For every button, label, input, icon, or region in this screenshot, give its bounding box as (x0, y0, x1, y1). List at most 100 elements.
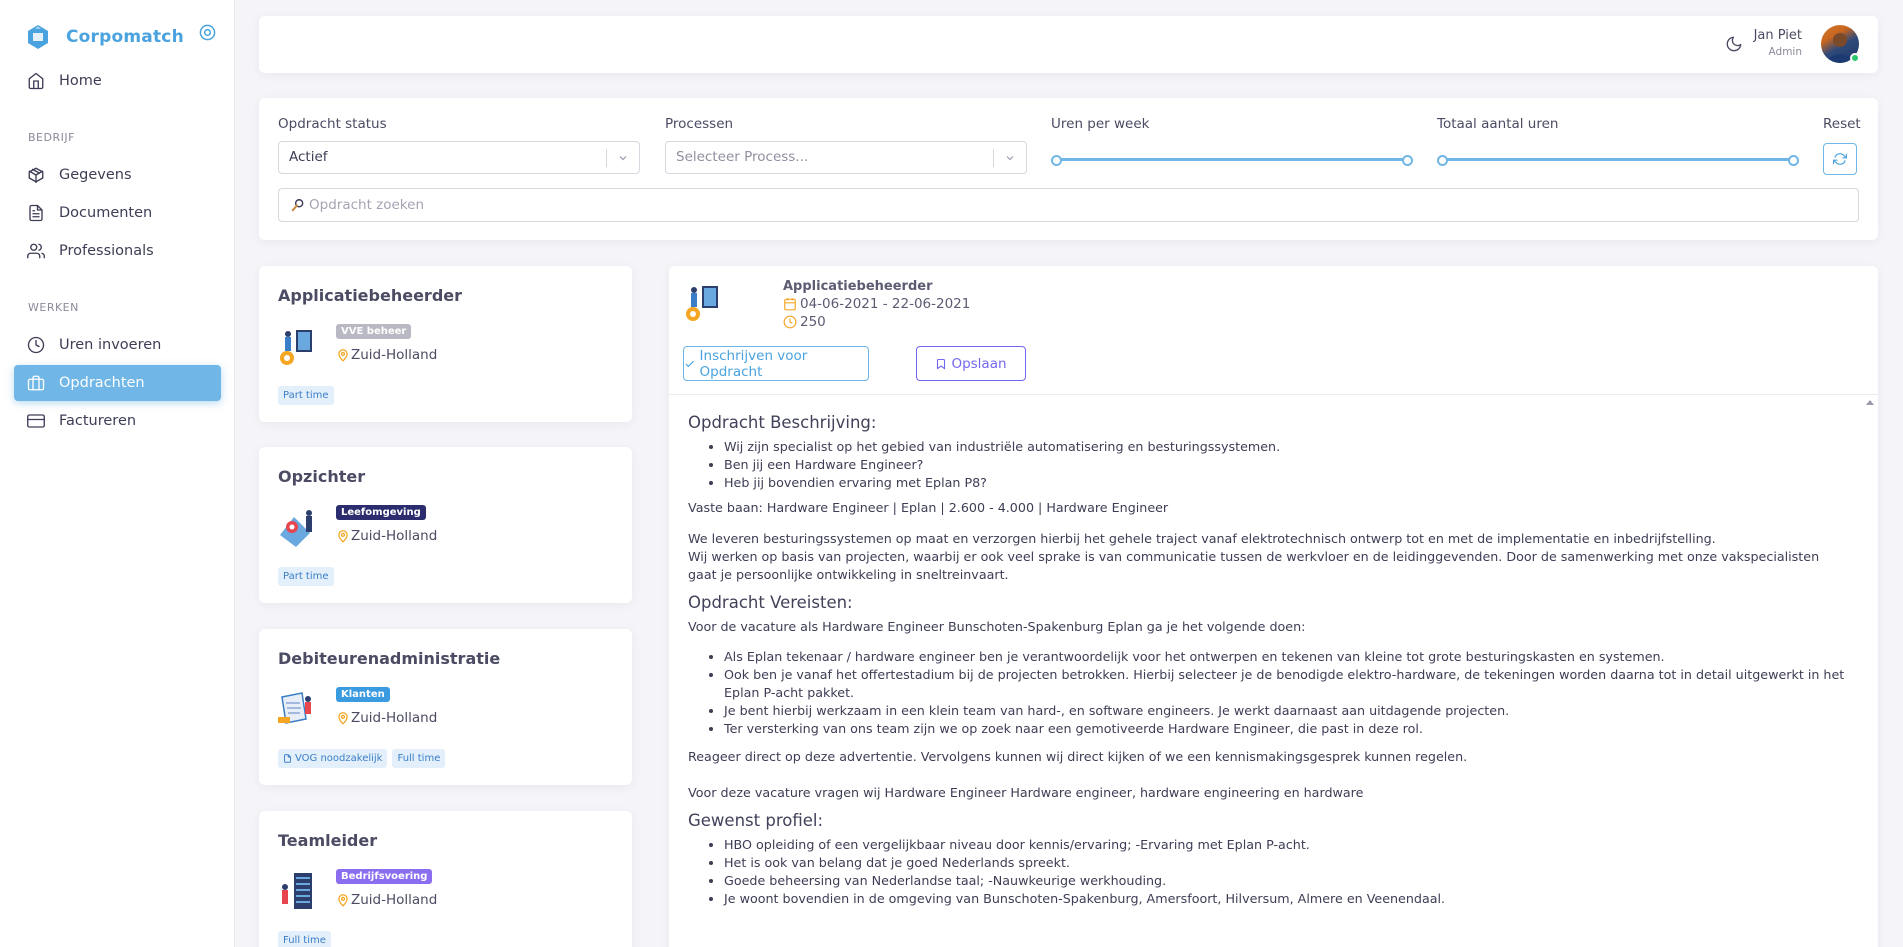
apply-button[interactable]: Inschrijven voor Opdracht (683, 346, 869, 381)
tag-label: VOG noodzakelijk (295, 753, 383, 764)
job-location: Zuid-Holland (336, 528, 437, 544)
sidebar: Corpomatch Home BEDRIJF Gegevens Documen… (0, 0, 235, 947)
job-card[interactable]: Applicatiebeheerder VVE beheer Zuid-Holl… (259, 266, 632, 422)
save-button[interactable]: Opslaan (916, 346, 1026, 381)
job-title: Teamleider (278, 831, 378, 850)
slider-handle-max[interactable] (1788, 155, 1799, 166)
paragraph: Voor de vacature als Hardware Engineer B… (688, 619, 1306, 634)
category-badge: Bedrijfsvoering (336, 869, 433, 884)
job-card[interactable]: Teamleider Bedrijfsvoering Zuid-Holland … (259, 811, 632, 947)
bookmark-icon (937, 358, 946, 370)
job-location: Zuid-Holland (336, 710, 437, 726)
profile-list: HBO opleiding of een vergelijkbaar nivea… (724, 836, 1848, 908)
description-heading: Opdracht Beschrijving: (688, 413, 877, 432)
filter-panel: Opdracht status Actief Processen Selecte… (259, 98, 1878, 240)
status-select[interactable]: Actief (278, 141, 640, 174)
brand-name: Corpomatch (66, 27, 184, 47)
job-tags: Part time (278, 567, 334, 586)
job-detail-panel: Applicatiebeheerder 04-06-2021 - 22-06-2… (669, 266, 1878, 947)
tag: Full time (278, 931, 331, 947)
tag: Part time (278, 386, 334, 405)
hours-total-label: Totaal aantal uren (1437, 116, 1559, 132)
reset-button[interactable] (1823, 143, 1857, 175)
brand-logo-icon (28, 25, 48, 49)
job-illustration (278, 692, 311, 724)
online-status-dot (1850, 53, 1860, 63)
list-item: Je bent hierbij werkzaam in een klein te… (724, 702, 1848, 720)
apply-button-label: Inschrijven voor Opdracht (699, 347, 808, 380)
hours-week-slider[interactable] (1051, 155, 1413, 166)
map-pin-icon (338, 530, 348, 543)
paragraph-line: Wij werken op basis van projecten, waarb… (688, 549, 1820, 582)
status-filter-label: Opdracht status (278, 116, 387, 132)
search-field[interactable] (278, 188, 1859, 222)
requirements-list: Als Eplan tekenaar / hardware engineer b… (724, 648, 1848, 738)
sidebar-item-home[interactable]: Home (14, 63, 221, 99)
status-select-value: Actief (289, 149, 328, 165)
map-pin-icon (338, 712, 348, 725)
list-item: Ook ben je vanaf het offertestadium bij … (724, 666, 1848, 702)
chevron-down-icon (619, 156, 627, 161)
slider-handle-max[interactable] (1402, 155, 1413, 166)
select-separator (993, 149, 994, 167)
hours-total-slider[interactable] (1437, 155, 1799, 166)
list-item: HBO opleiding of een vergelijkbaar nivea… (724, 836, 1848, 854)
sidebar-item-documenten[interactable]: Documenten (14, 195, 221, 231)
sidebar-item-label: Home (59, 73, 102, 89)
file-text-icon (29, 204, 43, 222)
sidebar-item-label: Opdrachten (59, 375, 145, 391)
list-item: Wij zijn specialist op het gebied van in… (724, 438, 1848, 456)
sidebar-item-uren-invoeren[interactable]: Uren invoeren (14, 327, 221, 363)
job-illustration (282, 873, 312, 909)
check-icon (685, 360, 695, 367)
category-badge: VVE beheer (336, 324, 412, 339)
search-input[interactable] (309, 197, 1809, 213)
topbar: Jan Piet Admin (259, 16, 1878, 73)
user-name[interactable]: Jan Piet (1754, 28, 1802, 43)
clock-icon (27, 336, 45, 354)
slider-track (1056, 158, 1408, 161)
process-select[interactable]: Selecteer Process... (665, 141, 1027, 174)
sidebar-item-opdrachten[interactable]: Opdrachten (14, 365, 221, 401)
briefcase-icon (27, 375, 45, 391)
chevron-down-icon (1006, 156, 1014, 161)
job-illustration (280, 330, 312, 365)
job-detail-dates: 04-06-2021 - 22-06-2021 (783, 296, 970, 312)
credit-card-icon (27, 414, 45, 428)
job-card[interactable]: Opzichter Leefomgeving Zuid-Holland Part… (259, 447, 632, 603)
slider-handle-min[interactable] (1437, 155, 1448, 166)
job-illustration (686, 286, 718, 321)
sidebar-item-professionals[interactable]: Professionals (14, 233, 221, 269)
sidebar-item-label: Documenten (59, 205, 153, 221)
refresh-icon (1833, 153, 1847, 165)
job-tags: Part time (278, 386, 334, 405)
slider-track (1442, 158, 1794, 161)
sidebar-item-factureren[interactable]: Factureren (14, 403, 221, 439)
hours-week-label: Uren per week (1051, 116, 1150, 132)
job-tags: Full time (278, 931, 331, 947)
category-badge: Leefomgeving (336, 505, 426, 520)
slider-handle-min[interactable] (1051, 155, 1062, 166)
sidebar-item-gegevens[interactable]: Gegevens (14, 157, 221, 193)
moon-icon[interactable] (1725, 35, 1743, 53)
job-detail-header: Applicatiebeheerder 04-06-2021 - 22-06-2… (669, 266, 1878, 395)
package-icon (28, 167, 44, 184)
brand[interactable]: Corpomatch (26, 24, 184, 50)
job-location: Zuid-Holland (336, 347, 437, 363)
tag: Part time (278, 567, 334, 586)
map-pin-icon (338, 349, 348, 362)
file-icon (284, 754, 291, 763)
users-icon (27, 243, 45, 259)
save-button-label: Opslaan (951, 355, 1007, 372)
scroll-up-arrow-icon[interactable] (1866, 398, 1874, 406)
job-location-text: Zuid-Holland (351, 528, 438, 544)
paragraph: We leveren besturingssystemen op maat en… (688, 530, 1848, 584)
list-item: Je woont bovendien in de omgeving van Bu… (724, 890, 1848, 908)
list-item: Goede beheersing van Nederlandse taal; -… (724, 872, 1848, 890)
job-card[interactable]: Debiteurenadministratie Klanten Zuid-Hol… (259, 629, 632, 785)
job-title: Debiteurenadministratie (278, 649, 501, 668)
sidebar-toggle-icon[interactable] (199, 24, 216, 41)
requirements-heading: Opdracht Vereisten: (688, 593, 853, 612)
sidebar-item-label: Factureren (59, 413, 137, 429)
job-description: Opdracht Beschrijving: Wij zijn speciali… (688, 412, 1848, 915)
